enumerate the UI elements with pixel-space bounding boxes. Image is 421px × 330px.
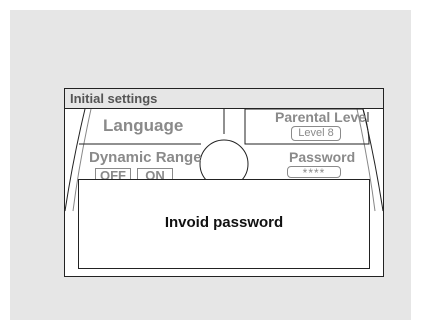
initial-settings-screen: Initial settings Language Dynamic Range …	[64, 88, 384, 277]
parental-level-value: Level 8	[291, 126, 341, 141]
password-item[interactable]: Password	[289, 149, 355, 165]
background-panel: Initial settings Language Dynamic Range …	[10, 10, 411, 320]
dialog-message: Invoid password	[164, 214, 284, 231]
error-dialog: Invoid password	[78, 179, 370, 269]
dynamic-range-label[interactable]: Dynamic Range	[89, 149, 202, 166]
password-value: ****	[287, 166, 341, 178]
parental-level-item[interactable]: Parental Level	[275, 109, 370, 125]
language-item[interactable]: Language	[103, 116, 183, 136]
